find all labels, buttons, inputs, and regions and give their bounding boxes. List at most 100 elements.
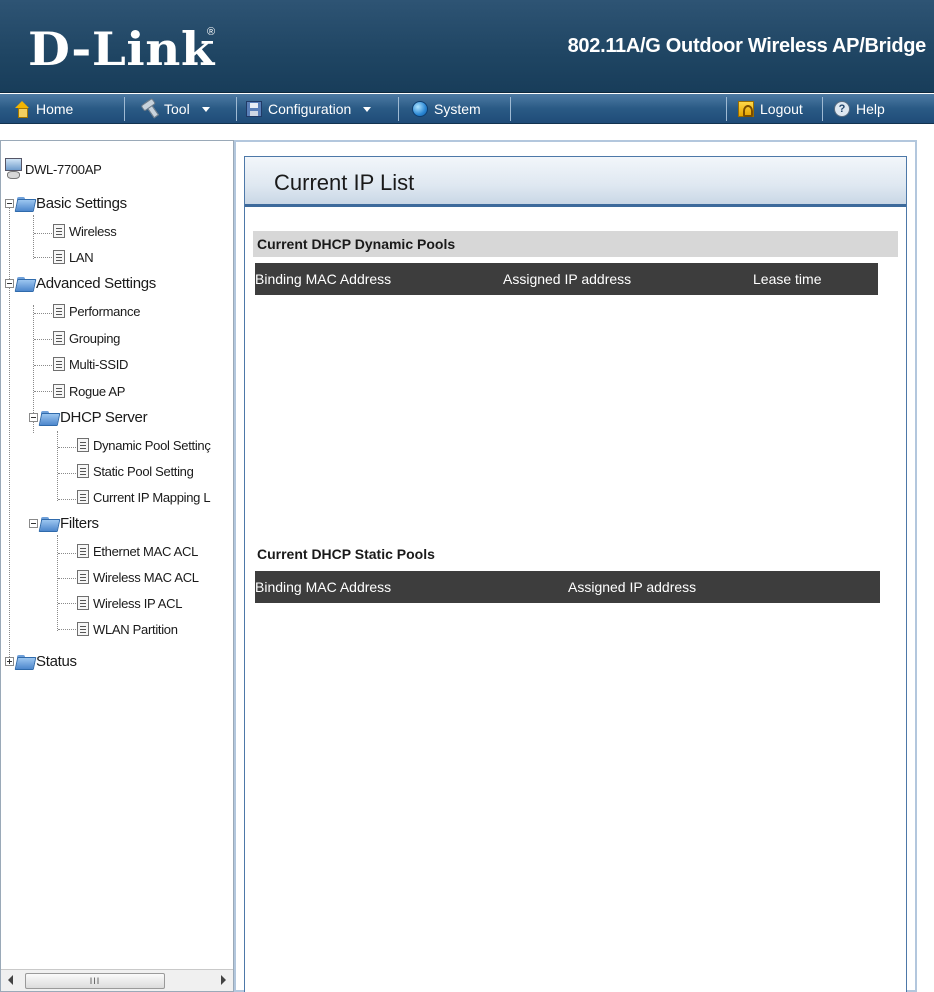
tree-item-label: Multi-SSID [69, 356, 129, 372]
page-title-bar: Current IP List [245, 157, 906, 207]
tree-item-label: LAN [69, 249, 94, 265]
document-icon [77, 490, 89, 504]
menu-separator [236, 97, 237, 121]
tree-item-label: Wireless MAC ACL [93, 569, 199, 585]
scrollbar-thumb[interactable]: III [25, 973, 165, 989]
help-button[interactable]: Help [834, 94, 885, 124]
collapse-icon[interactable] [5, 198, 14, 208]
tree-connector [57, 535, 58, 631]
tree-status[interactable]: Status [5, 651, 77, 671]
document-icon [53, 250, 65, 264]
system-label: System [434, 101, 481, 117]
document-icon [53, 384, 65, 398]
tree-advanced-settings-label: Advanced Settings [36, 274, 156, 292]
dlink-logo: D-Link [28, 22, 215, 76]
tree-item-label: Static Pool Setting [93, 463, 194, 479]
document-icon [53, 224, 65, 238]
tool-menu[interactable]: Tool [142, 94, 210, 124]
tree-item-label: Dynamic Pool Settinç [93, 437, 211, 453]
tree-item-current-ip-mapping[interactable]: Current IP Mapping L [77, 487, 211, 507]
column-header: Lease time [753, 271, 822, 287]
tree-item-label: Wireless IP ACL [93, 595, 183, 611]
content-frame: Current IP List Current DHCP Dynamic Poo… [234, 140, 917, 992]
tree-filters[interactable]: Filters [29, 513, 99, 533]
scroll-left-icon[interactable] [8, 975, 13, 985]
tree-connector [58, 473, 76, 474]
tree-item-lan[interactable]: LAN [53, 247, 94, 267]
help-label: Help [856, 101, 885, 117]
help-icon [834, 101, 850, 117]
tree-basic-settings-label: Basic Settings [36, 194, 127, 212]
horizontal-scrollbar[interactable]: III [1, 969, 233, 991]
logout-label: Logout [760, 101, 803, 117]
tree-connector [58, 499, 76, 500]
menu-separator [822, 97, 823, 121]
content-panel: Current IP List Current DHCP Dynamic Poo… [244, 156, 907, 992]
menu-separator [510, 97, 511, 121]
chevron-down-icon [363, 106, 372, 112]
scroll-right-icon[interactable] [221, 975, 226, 985]
tree-item-wireless-ip-acl[interactable]: Wireless IP ACL [77, 593, 182, 613]
tree-root-device[interactable]: DWL-7700AP [3, 158, 102, 180]
wrench-icon [139, 98, 161, 120]
tree-item-dynamic-pool-setting[interactable]: Dynamic Pool Settinç [77, 435, 211, 455]
tree-item-performance[interactable]: Performance [53, 301, 140, 321]
tree-item-static-pool-setting[interactable]: Static Pool Setting [77, 461, 194, 481]
tree-basic-settings[interactable]: Basic Settings [5, 193, 127, 213]
tree-item-label: WLAN Partition [93, 621, 178, 637]
tree-item-wireless[interactable]: Wireless [53, 221, 117, 241]
tree-status-label: Status [36, 652, 77, 670]
computer-icon [3, 158, 23, 180]
tool-label: Tool [164, 101, 190, 117]
tree-connector [58, 603, 76, 604]
collapse-icon[interactable] [29, 412, 38, 422]
tree-advanced-settings[interactable]: Advanced Settings [5, 273, 156, 293]
tree-connector [34, 365, 52, 366]
tree-item-rogue-ap[interactable]: Rogue AP [53, 381, 125, 401]
tree-item-label: Wireless [69, 223, 117, 239]
document-icon [77, 622, 89, 636]
top-banner: D-Link ® 802.11A/G Outdoor Wireless AP/B… [0, 0, 934, 93]
configuration-menu[interactable]: Configuration [246, 94, 372, 124]
static-pools-table-header: Binding MAC Address Assigned IP address [255, 571, 880, 603]
dynamic-pools-table-header: Binding MAC Address Assigned IP address … [255, 263, 878, 295]
tree-root-label: DWL-7700AP [25, 161, 102, 177]
logout-button[interactable]: Logout [738, 94, 803, 124]
column-header: Assigned IP address [503, 271, 632, 287]
collapse-icon[interactable] [5, 278, 14, 288]
document-icon [53, 357, 65, 371]
tree-item-label: Rogue AP [69, 383, 126, 399]
home-menu[interactable]: Home [14, 94, 73, 124]
navigation-tree: DWL-7700AP Basic Settings Wireless LAN A… [0, 140, 234, 992]
globe-icon [412, 101, 428, 117]
collapse-icon[interactable] [29, 518, 38, 528]
tree-item-label: Performance [69, 303, 141, 319]
tree-item-grouping[interactable]: Grouping [53, 328, 120, 348]
expand-icon[interactable] [5, 656, 14, 666]
tree-connector [34, 391, 52, 392]
column-header: Binding MAC Address [255, 579, 392, 595]
tree-dhcp-server[interactable]: DHCP Server [29, 407, 148, 427]
tree-item-wireless-mac-acl[interactable]: Wireless MAC ACL [77, 567, 199, 587]
product-title: 802.11A/G Outdoor Wireless AP/Bridge [567, 35, 927, 57]
tree-connector [57, 431, 58, 501]
document-icon [77, 596, 89, 610]
column-header: Assigned IP address [568, 579, 697, 595]
home-label: Home [36, 101, 74, 117]
tree-item-wlan-partition[interactable]: WLAN Partition [77, 619, 178, 639]
document-icon [53, 331, 65, 345]
system-menu[interactable]: System [412, 94, 481, 124]
tree-item-label: Ethernet MAC ACL [93, 543, 199, 559]
tree-item-ethernet-mac-acl[interactable]: Ethernet MAC ACL [77, 541, 198, 561]
tree-item-label: Grouping [69, 330, 121, 346]
menu-separator [124, 97, 125, 121]
folder-icon [16, 276, 34, 290]
floppy-disk-icon [246, 101, 262, 117]
chevron-down-icon [201, 106, 210, 112]
column-header: Binding MAC Address [255, 271, 392, 287]
tree-item-multi-ssid[interactable]: Multi-SSID [53, 354, 128, 374]
folder-icon [40, 516, 58, 530]
document-icon [77, 544, 89, 558]
folder-icon [16, 654, 34, 668]
tree-dhcp-server-label: DHCP Server [60, 408, 148, 426]
